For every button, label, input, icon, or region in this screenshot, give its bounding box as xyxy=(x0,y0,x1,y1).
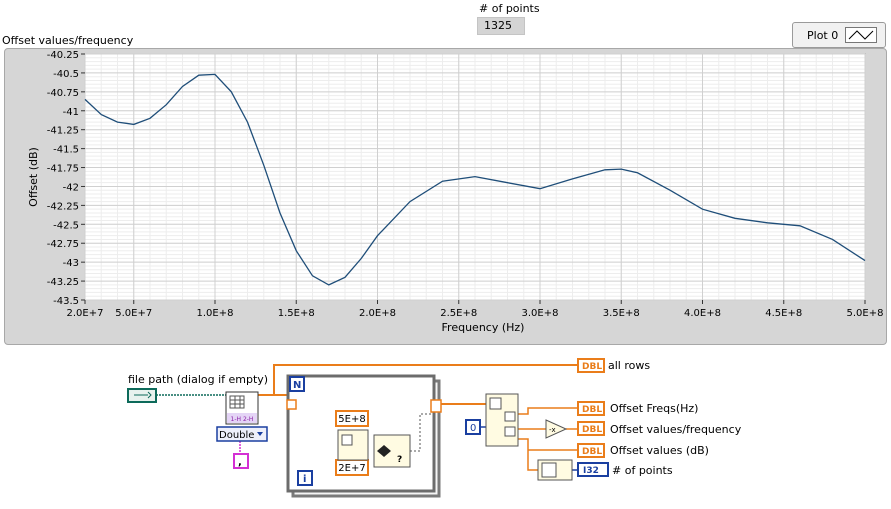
x-tick-label: 4.0E+8 xyxy=(684,308,721,319)
type-selector[interactable]: Double xyxy=(216,426,268,442)
offset-freqs-indicator[interactable]: DBL xyxy=(577,401,605,416)
loop-count-text: N xyxy=(293,380,301,391)
x-tick-label: 3.5E+8 xyxy=(603,308,640,319)
y-tick-label: -42.75 xyxy=(47,239,79,250)
offset-values-db-indicator[interactable]: DBL xyxy=(577,443,605,458)
y-tick-label: -41.5 xyxy=(53,145,79,156)
index-constant[interactable]: 0 xyxy=(465,419,481,435)
loop-index-terminal: i xyxy=(297,470,313,486)
end-constant-value: 2E+7 xyxy=(338,463,365,474)
index-constant-value: 0 xyxy=(470,423,476,434)
y-axis-label: Offset (dB) xyxy=(27,147,40,207)
loop-count-terminal[interactable]: N xyxy=(289,376,305,392)
delimiter-value: , xyxy=(238,457,242,468)
y-tick-label: -41.25 xyxy=(47,126,79,137)
offset-values-freq-label: Offset values/frequency xyxy=(610,423,742,436)
x-tick-label: 2.0E+8 xyxy=(359,308,396,319)
offset-freqs-label: Offset Freqs(Hz) xyxy=(610,402,698,415)
y-tick-label: -43.25 xyxy=(47,277,79,288)
start-constant-value: 5E+8 xyxy=(338,414,365,425)
x-tick-label: 5.0E+8 xyxy=(847,308,884,319)
file-path-control[interactable] xyxy=(127,388,157,403)
offset-values-db-type: DBL xyxy=(582,447,602,457)
y-tick-label: -40.5 xyxy=(53,69,79,80)
svg-text:1-H 2-H: 1-H 2-H xyxy=(231,416,254,423)
y-tick-label: -40.75 xyxy=(47,88,79,99)
y-tick-label: -42 xyxy=(63,182,79,193)
delimiter-constant[interactable]: , xyxy=(233,453,249,469)
points-count-label: # of points xyxy=(612,464,673,477)
offset-freqs-type: DBL xyxy=(582,405,602,415)
output-tunnel xyxy=(430,399,442,413)
y-tick-label: -40.25 xyxy=(47,50,79,61)
all-rows-type: DBL xyxy=(582,362,602,372)
loop-index-text: i xyxy=(303,474,306,485)
read-spreadsheet-icon[interactable]: 1-H 2-H xyxy=(225,391,259,425)
negate-icon[interactable]: -x xyxy=(545,419,568,439)
y-tick-label: -42.5 xyxy=(53,220,79,231)
start-constant[interactable]: 5E+8 xyxy=(335,410,369,427)
type-selector-value: Double xyxy=(219,430,254,441)
input-tunnel xyxy=(286,399,297,410)
offset-values-freq-type: DBL xyxy=(582,425,602,435)
all-rows-indicator[interactable]: DBL xyxy=(577,358,605,373)
index-array-output[interactable] xyxy=(485,393,519,447)
x-tick-label: 4.5E+8 xyxy=(765,308,802,319)
block-diagram: file path (dialog if empty) 1-H 2-H Doub… xyxy=(127,358,742,498)
x-tick-label: 3.0E+8 xyxy=(522,308,559,319)
x-tick-label: 1.5E+8 xyxy=(278,308,315,319)
y-tick-label: -42.25 xyxy=(47,201,79,212)
array-size-icon[interactable] xyxy=(537,459,573,481)
x-tick-label: 2.5E+8 xyxy=(440,308,477,319)
file-path-label: file path (dialog if empty) xyxy=(128,373,268,386)
points-count-indicator[interactable]: I32 xyxy=(577,462,609,477)
svg-text:?: ? xyxy=(397,455,402,465)
x-tick-label: 1.0E+8 xyxy=(197,308,234,319)
x-tick-label: 5.0E+7 xyxy=(115,308,152,319)
select-icon[interactable]: ? xyxy=(373,434,411,468)
y-tick-label: -41.75 xyxy=(47,164,79,175)
wire-freqs xyxy=(518,407,578,415)
offset-values-db-label: Offset values (dB) xyxy=(610,444,709,457)
end-constant[interactable]: 2E+7 xyxy=(335,459,369,476)
offset-values-freq-indicator[interactable]: DBL xyxy=(577,421,605,436)
index-array-icon[interactable] xyxy=(337,429,369,461)
x-tick-label: 2.0E+7 xyxy=(67,308,104,319)
svg-text:-x: -x xyxy=(549,426,556,434)
x-axis-label: Frequency (Hz) xyxy=(442,321,525,334)
waveform-graph[interactable]: 2.0E+7 5.0E+7 1.0E+8 1.5E+8 2.0E+8 2.5E+8 3.0E… xyxy=(0,0,891,350)
all-rows-label: all rows xyxy=(608,359,650,372)
points-count-type: I32 xyxy=(583,466,599,476)
y-tick-label: -43.5 xyxy=(53,296,79,307)
y-tick-label: -43 xyxy=(63,258,79,269)
y-tick-label: -41 xyxy=(63,107,79,118)
